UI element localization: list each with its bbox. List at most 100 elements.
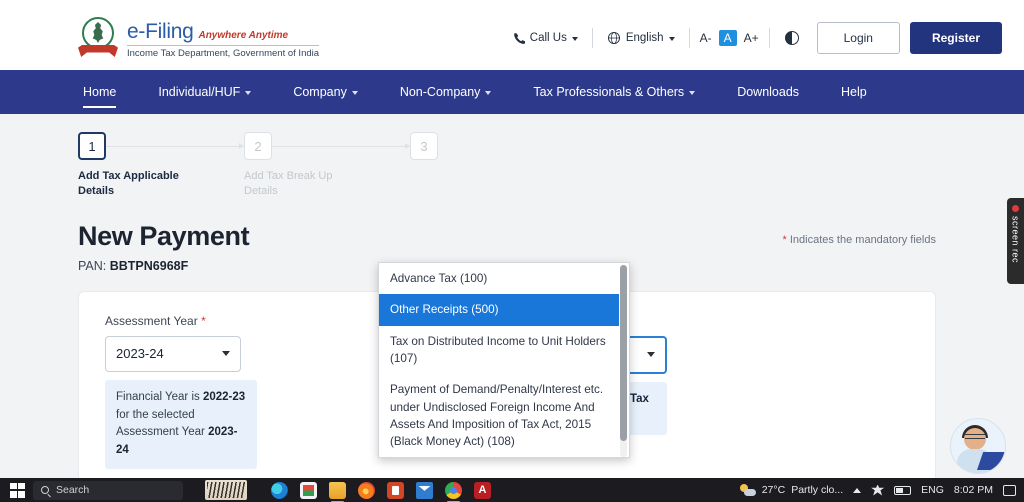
- chevron-down-icon: [222, 351, 230, 357]
- taskbar-search-input[interactable]: Search: [33, 480, 183, 500]
- step-3[interactable]: 3: [410, 132, 438, 160]
- step-3-number: 3: [410, 132, 438, 160]
- weather-widget[interactable]: 27°C Partly clo...: [739, 484, 844, 496]
- hint-prefix: Financial Year is: [116, 390, 203, 403]
- step-1[interactable]: 1 Add Tax Applicable Details: [78, 132, 179, 199]
- site-brand[interactable]: e-Filing Anywhere Anytime Income Tax Dep…: [78, 17, 320, 59]
- nav-label: Help: [841, 85, 867, 99]
- dropdown-option-selected[interactable]: Other Receipts (500): [379, 294, 619, 326]
- assistant-avatar-icon[interactable]: [950, 418, 1006, 474]
- notifications-icon[interactable]: [1003, 484, 1016, 496]
- network-icon[interactable]: [871, 484, 885, 496]
- assessment-year-label-text: Assessment Year: [105, 313, 202, 328]
- edge-icon[interactable]: [271, 481, 288, 499]
- chevron-down-icon: [351, 91, 358, 95]
- windows-taskbar: Search 27°C Partly clo... ENG 8:02 PM: [0, 478, 1024, 502]
- step-2[interactable]: 2 Add Tax Break Up Details: [244, 132, 332, 199]
- nav-item-individual-huf[interactable]: Individual/HUF: [137, 70, 272, 114]
- contrast-icon[interactable]: [784, 31, 799, 45]
- font-increase-button[interactable]: A+: [737, 31, 766, 45]
- record-dot-icon: [1012, 205, 1019, 212]
- required-star: *: [201, 313, 206, 328]
- nav-label: Home: [83, 85, 117, 99]
- zebra-widget-icon[interactable]: [205, 480, 247, 500]
- mandatory-note-text: Indicates the mandatory fields: [786, 234, 936, 246]
- mail-icon[interactable]: [416, 481, 433, 499]
- screenrec-tab[interactable]: screen rec: [1007, 198, 1024, 284]
- chrome-icon[interactable]: [445, 481, 462, 502]
- assessment-year-label: Assessment Year *: [105, 314, 355, 328]
- chevron-down-icon: [668, 37, 675, 41]
- show-hidden-icons-icon[interactable]: [853, 487, 862, 493]
- india-emblem-icon: [78, 17, 118, 59]
- pan-value: BBTPN6968F: [109, 258, 189, 273]
- powerpoint-icon[interactable]: [387, 481, 404, 499]
- pan-prefix: PAN:: [78, 258, 110, 273]
- search-placeholder: Search: [56, 484, 90, 496]
- chevron-down-icon: [571, 37, 578, 41]
- call-us-label: Call Us: [529, 32, 567, 44]
- dropdown-option[interactable]: Payment of Demand/Penalty/Interest etc. …: [379, 374, 619, 457]
- site-header: e-Filing Anywhere Anytime Income Tax Dep…: [0, 6, 1024, 70]
- divider: [591, 28, 593, 48]
- nav-label: Downloads: [737, 85, 800, 99]
- minor-head-dropdown[interactable]: Advance Tax (100) Other Receipts (500) T…: [378, 262, 630, 458]
- firefox-icon[interactable]: [358, 481, 375, 499]
- brand-tagline: Anywhere Anytime: [198, 29, 289, 41]
- avatar-glasses: [965, 434, 985, 439]
- dropdown-option[interactable]: Secondary Adjustment Tax under Section 9…: [379, 458, 619, 459]
- nav-label: Non-Company: [399, 85, 481, 99]
- call-us-menu[interactable]: Call Us: [501, 32, 589, 45]
- system-tray: 27°C Partly clo... ENG 8:02 PM: [739, 484, 1024, 496]
- step-connector: [106, 143, 244, 149]
- language-menu[interactable]: English: [596, 31, 686, 45]
- page-content: 1 Add Tax Applicable Details 2 Add Tax B…: [0, 114, 1024, 478]
- nav-label: Tax Professionals & Others: [533, 85, 685, 99]
- brand-subtitle: Income Tax Department, Government of Ind…: [127, 44, 320, 59]
- font-increase-label: A+: [743, 31, 759, 45]
- login-button[interactable]: Login: [816, 22, 900, 54]
- dropdown-option[interactable]: Tax on Distributed Income to Unit Holder…: [379, 326, 619, 375]
- financial-year-hint: Financial Year is 2022-23 for the select…: [105, 379, 257, 469]
- dropdown-option[interactable]: Advance Tax (100): [379, 263, 619, 294]
- dropdown-scrollbar[interactable]: [620, 265, 627, 457]
- font-normal-button[interactable]: A: [718, 30, 737, 46]
- nav-item-tax-professionals[interactable]: Tax Professionals & Others: [512, 70, 716, 114]
- nav-label: Individual/HUF: [158, 85, 241, 99]
- header-tools: Call Us English A- A A+ Login Register: [501, 22, 1002, 54]
- chevron-down-icon: [485, 91, 492, 95]
- font-decrease-button[interactable]: A-: [693, 31, 719, 45]
- file-explorer-icon[interactable]: [329, 481, 346, 502]
- step-1-number: 1: [78, 132, 106, 160]
- temperature-label: 27°C: [761, 484, 786, 496]
- screenrec-label: screen rec: [1010, 216, 1021, 264]
- language-indicator[interactable]: ENG: [921, 484, 944, 496]
- dropdown-option-list: Advance Tax (100) Other Receipts (500) T…: [379, 263, 629, 457]
- microsoft-store-icon[interactable]: [300, 481, 317, 499]
- nav-label: Company: [293, 85, 347, 99]
- chevron-down-icon: [245, 91, 252, 95]
- register-button[interactable]: Register: [909, 22, 1002, 54]
- nav-item-downloads[interactable]: Downloads: [716, 70, 820, 114]
- windows-start-icon[interactable]: [10, 482, 25, 498]
- nav-item-non-company[interactable]: Non-Company: [379, 70, 513, 114]
- nav-item-help[interactable]: Help: [820, 70, 888, 114]
- weather-condition-label: Partly clo...: [791, 484, 844, 496]
- dropdown-scrollbar-thumb[interactable]: [620, 265, 627, 441]
- nav-item-company[interactable]: Company: [272, 70, 379, 114]
- chevron-down-icon: [647, 352, 655, 358]
- main-navigation: Home Individual/HUF Company Non-Company …: [0, 70, 1024, 114]
- language-label: English: [625, 32, 664, 44]
- mandatory-fields-note: * Indicates the mandatory fields: [783, 234, 936, 246]
- battery-icon[interactable]: [894, 485, 912, 495]
- divider: [768, 28, 770, 48]
- clock[interactable]: 8:02 PM: [954, 484, 993, 496]
- phone-icon: [513, 32, 525, 44]
- divider: [688, 28, 690, 48]
- nav-item-home[interactable]: Home: [62, 70, 137, 114]
- chevron-down-icon: [689, 91, 696, 95]
- acrobat-reader-icon[interactable]: [474, 481, 491, 499]
- partly-cloudy-icon: [739, 484, 756, 496]
- assessment-year-select[interactable]: 2023-24: [105, 335, 241, 372]
- globe-icon: [607, 31, 620, 45]
